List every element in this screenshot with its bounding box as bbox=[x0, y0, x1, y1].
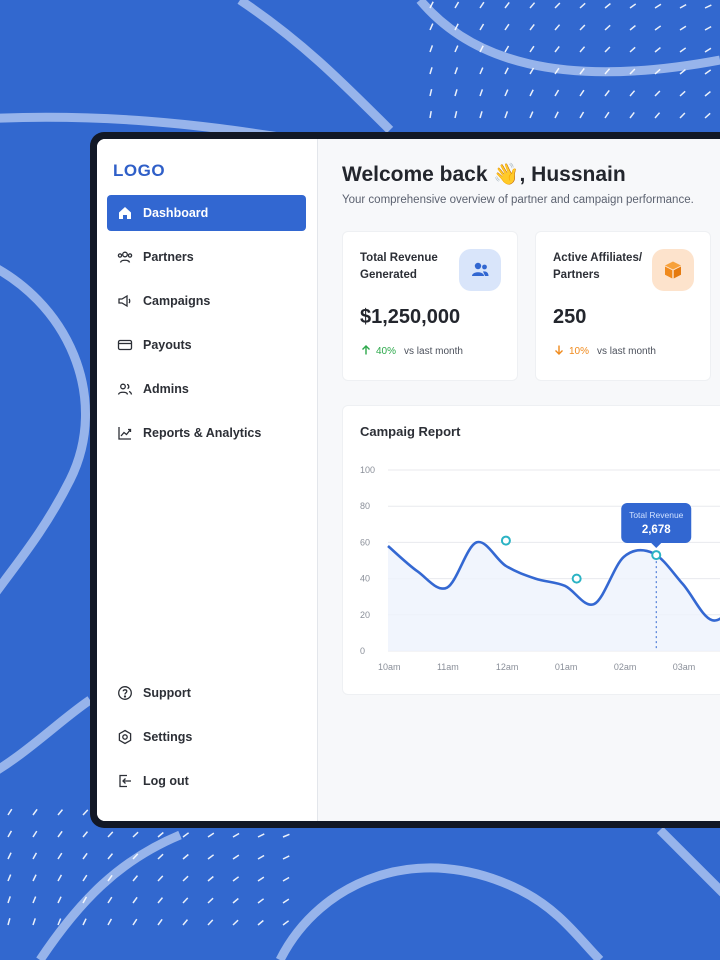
sidebar-item-label: Log out bbox=[143, 774, 189, 788]
sidebar-item-campaigns[interactable]: Campaigns bbox=[107, 283, 306, 319]
stat-label: Total Revenue Generated bbox=[360, 252, 438, 281]
campaign-report-card: Campaig Report 0 20 40 60 80 100 10am 11am 12am 0… bbox=[342, 405, 720, 695]
data-point bbox=[651, 550, 662, 561]
sidebar-item-label: Reports & Analytics bbox=[143, 426, 262, 440]
stat-delta: 10% vs last month bbox=[553, 344, 656, 359]
x-tick-label: 11am bbox=[437, 662, 459, 672]
y-tick-label: 80 bbox=[360, 501, 370, 511]
arrow-down-icon bbox=[553, 344, 565, 359]
y-tick-label: 0 bbox=[360, 646, 365, 656]
x-tick-label: 10am bbox=[378, 662, 401, 672]
logo: LOGO bbox=[113, 161, 166, 180]
delta-compare: vs last month bbox=[404, 346, 463, 357]
sidebar-item-label: Settings bbox=[143, 730, 193, 744]
sidebar-item-dashboard[interactable]: Dashboard bbox=[107, 195, 306, 231]
sidebar-item-label: Payouts bbox=[143, 338, 192, 352]
stat-delta: 40% vs last month bbox=[360, 344, 463, 359]
sidebar-item-label: Dashboard bbox=[143, 206, 209, 220]
home-icon bbox=[117, 205, 133, 221]
delta-percent: 10% bbox=[569, 346, 590, 357]
sidebar-item-partners[interactable]: Partners bbox=[107, 239, 306, 275]
stat-label: Active Affiliates/ Partners bbox=[553, 252, 643, 281]
stat-card-affiliates: Active Affiliates/ Partners 250 10% vs l… bbox=[535, 231, 711, 381]
gear-icon bbox=[117, 729, 133, 745]
delta-compare: vs last month bbox=[597, 346, 656, 357]
admins-icon bbox=[117, 381, 133, 397]
stat-value: 250 bbox=[553, 306, 587, 328]
megaphone-icon bbox=[117, 293, 133, 309]
x-tick-label: 01am bbox=[555, 662, 578, 672]
arrow-up-icon bbox=[360, 344, 372, 359]
sidebar-item-logout[interactable]: Log out bbox=[107, 763, 306, 799]
data-point bbox=[571, 573, 582, 584]
sidebar-nav: Dashboard Partners Campaigns Payouts Adm… bbox=[107, 195, 306, 459]
page-title: Welcome back 👋, Hussnain bbox=[342, 163, 626, 187]
sidebar-item-label: Support bbox=[143, 686, 191, 700]
tooltip-box bbox=[621, 503, 692, 543]
credit-card-icon bbox=[117, 337, 133, 353]
data-point bbox=[500, 535, 511, 546]
help-circle-icon bbox=[117, 685, 133, 701]
y-tick-label: 40 bbox=[360, 574, 370, 584]
sidebar-item-reports[interactable]: Reports & Analytics bbox=[107, 415, 306, 451]
user-name: , Hussnain bbox=[519, 163, 626, 186]
app-screen: LOGO Dashboard Partners Campaigns Payout… bbox=[97, 139, 720, 821]
series-area bbox=[388, 542, 720, 651]
sidebar-item-label: Admins bbox=[143, 382, 189, 396]
sidebar-item-support[interactable]: Support bbox=[107, 675, 306, 711]
x-tick-label: 03am bbox=[673, 662, 696, 672]
users-icon bbox=[117, 249, 133, 265]
main-content: Welcome back 👋, Hussnain Your comprehens… bbox=[318, 139, 720, 821]
tooltip-value: 2,678 bbox=[642, 524, 671, 536]
sidebar-item-label: Campaigns bbox=[143, 294, 211, 308]
stat-value: $1,250,000 bbox=[360, 306, 461, 328]
y-tick-label: 60 bbox=[360, 537, 370, 547]
box-icon bbox=[652, 249, 694, 291]
x-tick-label: 02am bbox=[614, 662, 637, 672]
sidebar-item-label: Partners bbox=[143, 250, 194, 264]
sidebar-item-payouts[interactable]: Payouts bbox=[107, 327, 306, 363]
wave-emoji: 👋 bbox=[493, 163, 520, 186]
line-chart: 02040608010010am11am12am01am02am03am04am… bbox=[360, 465, 720, 672]
sidebar-bottom-nav: Support Settings Log out bbox=[107, 675, 306, 807]
x-tick-label: 12am bbox=[496, 662, 519, 672]
logout-icon bbox=[117, 773, 133, 789]
sidebar-item-settings[interactable]: Settings bbox=[107, 719, 306, 755]
trend-chart-icon bbox=[117, 425, 133, 441]
delta-percent: 40% bbox=[376, 346, 397, 357]
y-tick-label: 20 bbox=[360, 610, 370, 620]
stat-card-revenue: Total Revenue Generated $1,250,000 40% v… bbox=[342, 231, 518, 381]
users-icon bbox=[459, 249, 501, 291]
tooltip-pointer bbox=[651, 543, 662, 548]
tooltip-label: Total Revenue bbox=[629, 510, 684, 520]
sidebar-item-admins[interactable]: Admins bbox=[107, 371, 306, 407]
sidebar: LOGO Dashboard Partners Campaigns Payout… bbox=[97, 139, 318, 821]
y-tick-label: 100 bbox=[360, 465, 375, 475]
welcome-prefix: Welcome back bbox=[342, 163, 488, 186]
page-subtitle: Your comprehensive overview of partner a… bbox=[342, 194, 694, 206]
